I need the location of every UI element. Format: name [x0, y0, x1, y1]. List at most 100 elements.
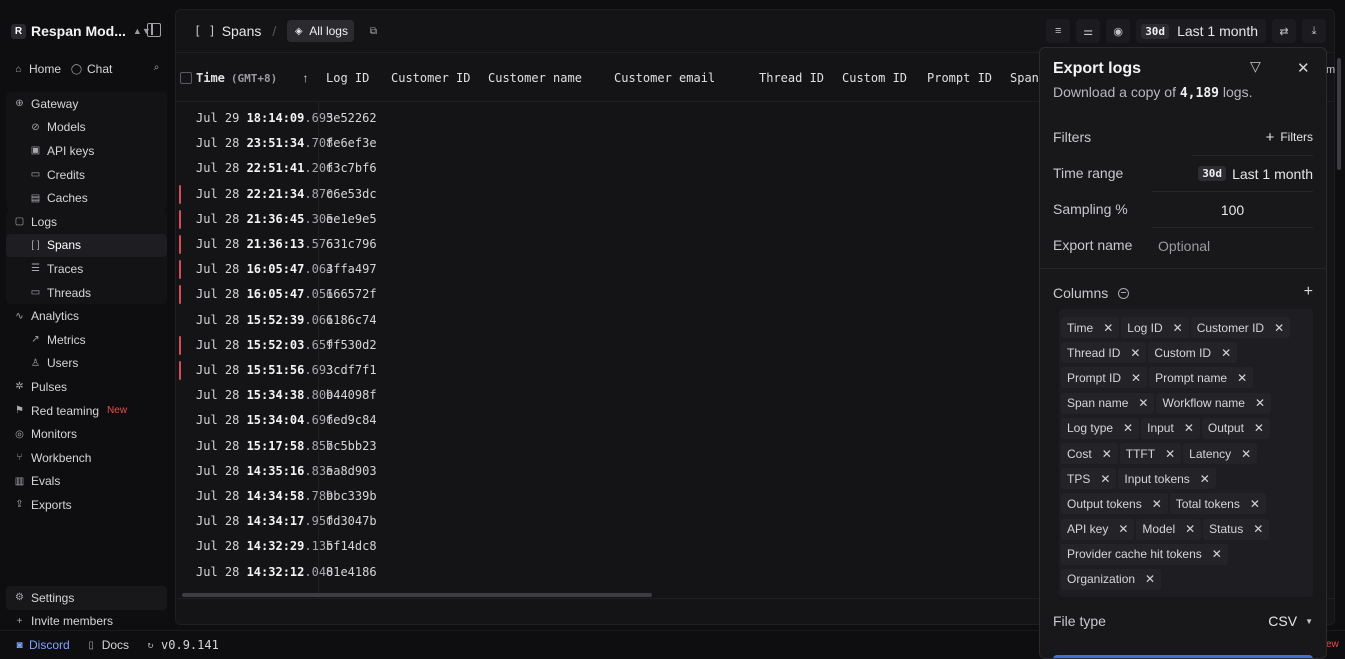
remove-column-icon[interactable]: ✕ [1253, 522, 1263, 536]
export-name-input[interactable]: Optional [1152, 227, 1313, 263]
export-button[interactable] [1053, 655, 1313, 658]
flag-icon: ⚑ [15, 405, 24, 417]
version-label[interactable]: ↻ v0.9.141 [145, 638, 219, 652]
remove-column-icon[interactable]: ✕ [1254, 421, 1264, 435]
sidebar-item-users[interactable]: ♙ Users [6, 352, 167, 376]
sidebar-item-label: Spans [47, 238, 82, 253]
column-header-prompt-id[interactable]: Prompt ID [927, 53, 992, 103]
column-chip-label: Output [1207, 421, 1244, 436]
sidebar-item-traces[interactable]: ☰ Traces [6, 257, 167, 281]
time-range-select[interactable]: 30d Last 1 month [1192, 155, 1313, 191]
horizontal-scrollbar[interactable] [182, 593, 652, 597]
sidebar-item-gateway[interactable]: ⊕ Gateway [6, 92, 167, 116]
stack-icon[interactable]: ⧉ [368, 26, 379, 37]
remove-column-icon[interactable]: ✕ [1130, 346, 1140, 360]
sidebar-item-api-keys[interactable]: ▣ API keys [6, 139, 167, 163]
search-icon[interactable]: ⌕ [151, 62, 162, 73]
sidebar-item-credits[interactable]: ▭ Credits [6, 163, 167, 187]
remove-column-icon[interactable]: ✕ [1173, 321, 1183, 335]
column-header-customer-email[interactable]: Customer email [614, 53, 715, 103]
remove-column-icon[interactable]: ✕ [1241, 447, 1251, 461]
sidebar-item-metrics[interactable]: ↗ Metrics [6, 328, 167, 352]
close-icon[interactable]: ✕ [1297, 59, 1310, 77]
column-header-thread-id[interactable]: Thread ID [759, 53, 824, 103]
remove-column-icon[interactable]: ✕ [1250, 497, 1260, 511]
remove-column-icon[interactable]: ✕ [1131, 371, 1141, 385]
column-header-customer-id[interactable]: Customer ID [391, 53, 470, 103]
column-header-custom-id[interactable]: Custom ID [842, 53, 907, 103]
column-header-customer-name[interactable]: Customer name [488, 53, 582, 103]
sidebar-item-exports[interactable]: ⇪ Exports [6, 493, 167, 517]
funnel-icon[interactable]: ▽ [1250, 58, 1261, 75]
sidebar-item-models[interactable]: ⊘ Models [6, 116, 167, 140]
download-button[interactable]: ⤓ [1302, 19, 1326, 43]
column-chip: Status ✕ [1203, 518, 1270, 540]
sidebar-toggle-icon[interactable] [147, 23, 161, 37]
row-hms: 18:14:09 [246, 111, 305, 125]
compare-button[interactable]: ⇄ [1272, 19, 1296, 43]
header-label: Customer email [614, 71, 716, 85]
globe-icon: ⊕ [15, 98, 24, 110]
remove-column-icon[interactable]: ✕ [1237, 371, 1247, 385]
column-header-log-id[interactable]: Log ID [326, 53, 369, 103]
select-all-checkbox[interactable] [180, 72, 192, 84]
sidebar-item-threads[interactable]: ▭ Threads [6, 281, 167, 305]
sidebar-item-monitors[interactable]: ◎ Monitors [6, 422, 167, 446]
remove-column-icon[interactable]: ✕ [1138, 396, 1148, 410]
filter-button[interactable]: ≡ [1046, 19, 1071, 43]
timezone-label: (GMT+8) [230, 71, 278, 85]
remove-column-icon[interactable]: ✕ [1212, 547, 1222, 561]
sidebar-item-evals[interactable]: ▥ Evals [6, 470, 167, 494]
remove-column-icon[interactable]: ✕ [1145, 572, 1155, 586]
discord-link[interactable]: ◙ Discord [14, 638, 69, 652]
sampling-input[interactable]: 100 [1152, 191, 1313, 227]
remove-column-icon[interactable]: ✕ [1165, 447, 1175, 461]
sidebar-item-logs[interactable]: ▢ Logs [6, 210, 167, 234]
row-log-id: fed9c84 [326, 413, 377, 428]
remove-column-icon[interactable]: ✕ [1100, 472, 1110, 486]
vertical-scrollbar[interactable] [1337, 58, 1341, 170]
credit-card-icon: ▭ [30, 169, 41, 181]
row-date: Jul 28 [196, 463, 247, 478]
settings-button[interactable]: ⚙ Settings [6, 586, 167, 610]
remove-column-icon[interactable]: ✕ [1185, 522, 1195, 536]
breadcrumb-spans[interactable]: Spans [222, 23, 262, 39]
remove-column-icon[interactable]: ✕ [1102, 447, 1112, 461]
add-column-icon[interactable]: + [1304, 283, 1313, 301]
brackets-icon: [ ] [194, 24, 216, 38]
sidebar-item-red-teaming[interactable]: ⚑ Red teaming New [6, 399, 167, 423]
remove-column-icon[interactable]: ✕ [1123, 421, 1133, 435]
remove-column-icon[interactable]: ✕ [1255, 396, 1265, 410]
view-button[interactable]: ◉ [1106, 19, 1131, 43]
docs-link[interactable]: ▯ Docs [86, 638, 129, 652]
file-type-select[interactable]: CSV ▼ [1268, 608, 1313, 634]
column-chip-row: Cost ✕ TTFT ✕ Latency ✕ [1061, 441, 1313, 466]
add-filter-button[interactable]: + Filters [1266, 119, 1313, 155]
remove-column-icon[interactable]: ✕ [1103, 321, 1113, 335]
remove-column-icon[interactable]: ✕ [1221, 346, 1231, 360]
remove-column-icon[interactable]: ✕ [1184, 421, 1194, 435]
workspace-switcher[interactable]: R Respan Mod... ▲▼ [8, 18, 168, 44]
remove-column-icon[interactable]: ✕ [1152, 497, 1162, 511]
column-header-time[interactable]: Time (GMT+8) [196, 53, 277, 103]
tab-all-logs[interactable]: ◈ All logs [287, 20, 354, 42]
sort-arrow-up-icon[interactable]: ↑ [300, 71, 311, 85]
lock-icon: ▣ [30, 145, 41, 157]
row-date: Jul 28 [196, 211, 247, 226]
remove-column-icon[interactable]: ✕ [1274, 321, 1284, 335]
sidebar-item-pulses[interactable]: ✲ Pulses [6, 375, 167, 399]
chat-button[interactable]: ◯ Chat [66, 58, 117, 80]
sidebar-item-workbench[interactable]: ⑂ Workbench [6, 446, 167, 470]
minus-circle-icon[interactable] [1118, 287, 1130, 299]
time-range-selector[interactable]: 30d Last 1 month [1136, 19, 1266, 43]
display-settings-button[interactable]: ⚌ [1076, 19, 1101, 43]
remove-column-icon[interactable]: ✕ [1118, 522, 1128, 536]
column-header-span[interactable]: Span [1010, 53, 1039, 103]
sidebar-item-analytics[interactable]: ∿ Analytics [6, 304, 167, 328]
error-marker [179, 260, 181, 280]
remove-column-icon[interactable]: ✕ [1200, 472, 1210, 486]
home-button[interactable]: ⌂ Home [8, 58, 66, 80]
row-log-id: c6e53dc [326, 186, 377, 201]
sidebar-item-spans[interactable]: [ ] Spans [6, 233, 167, 258]
sidebar-item-caches[interactable]: ▤ Caches [6, 186, 167, 210]
